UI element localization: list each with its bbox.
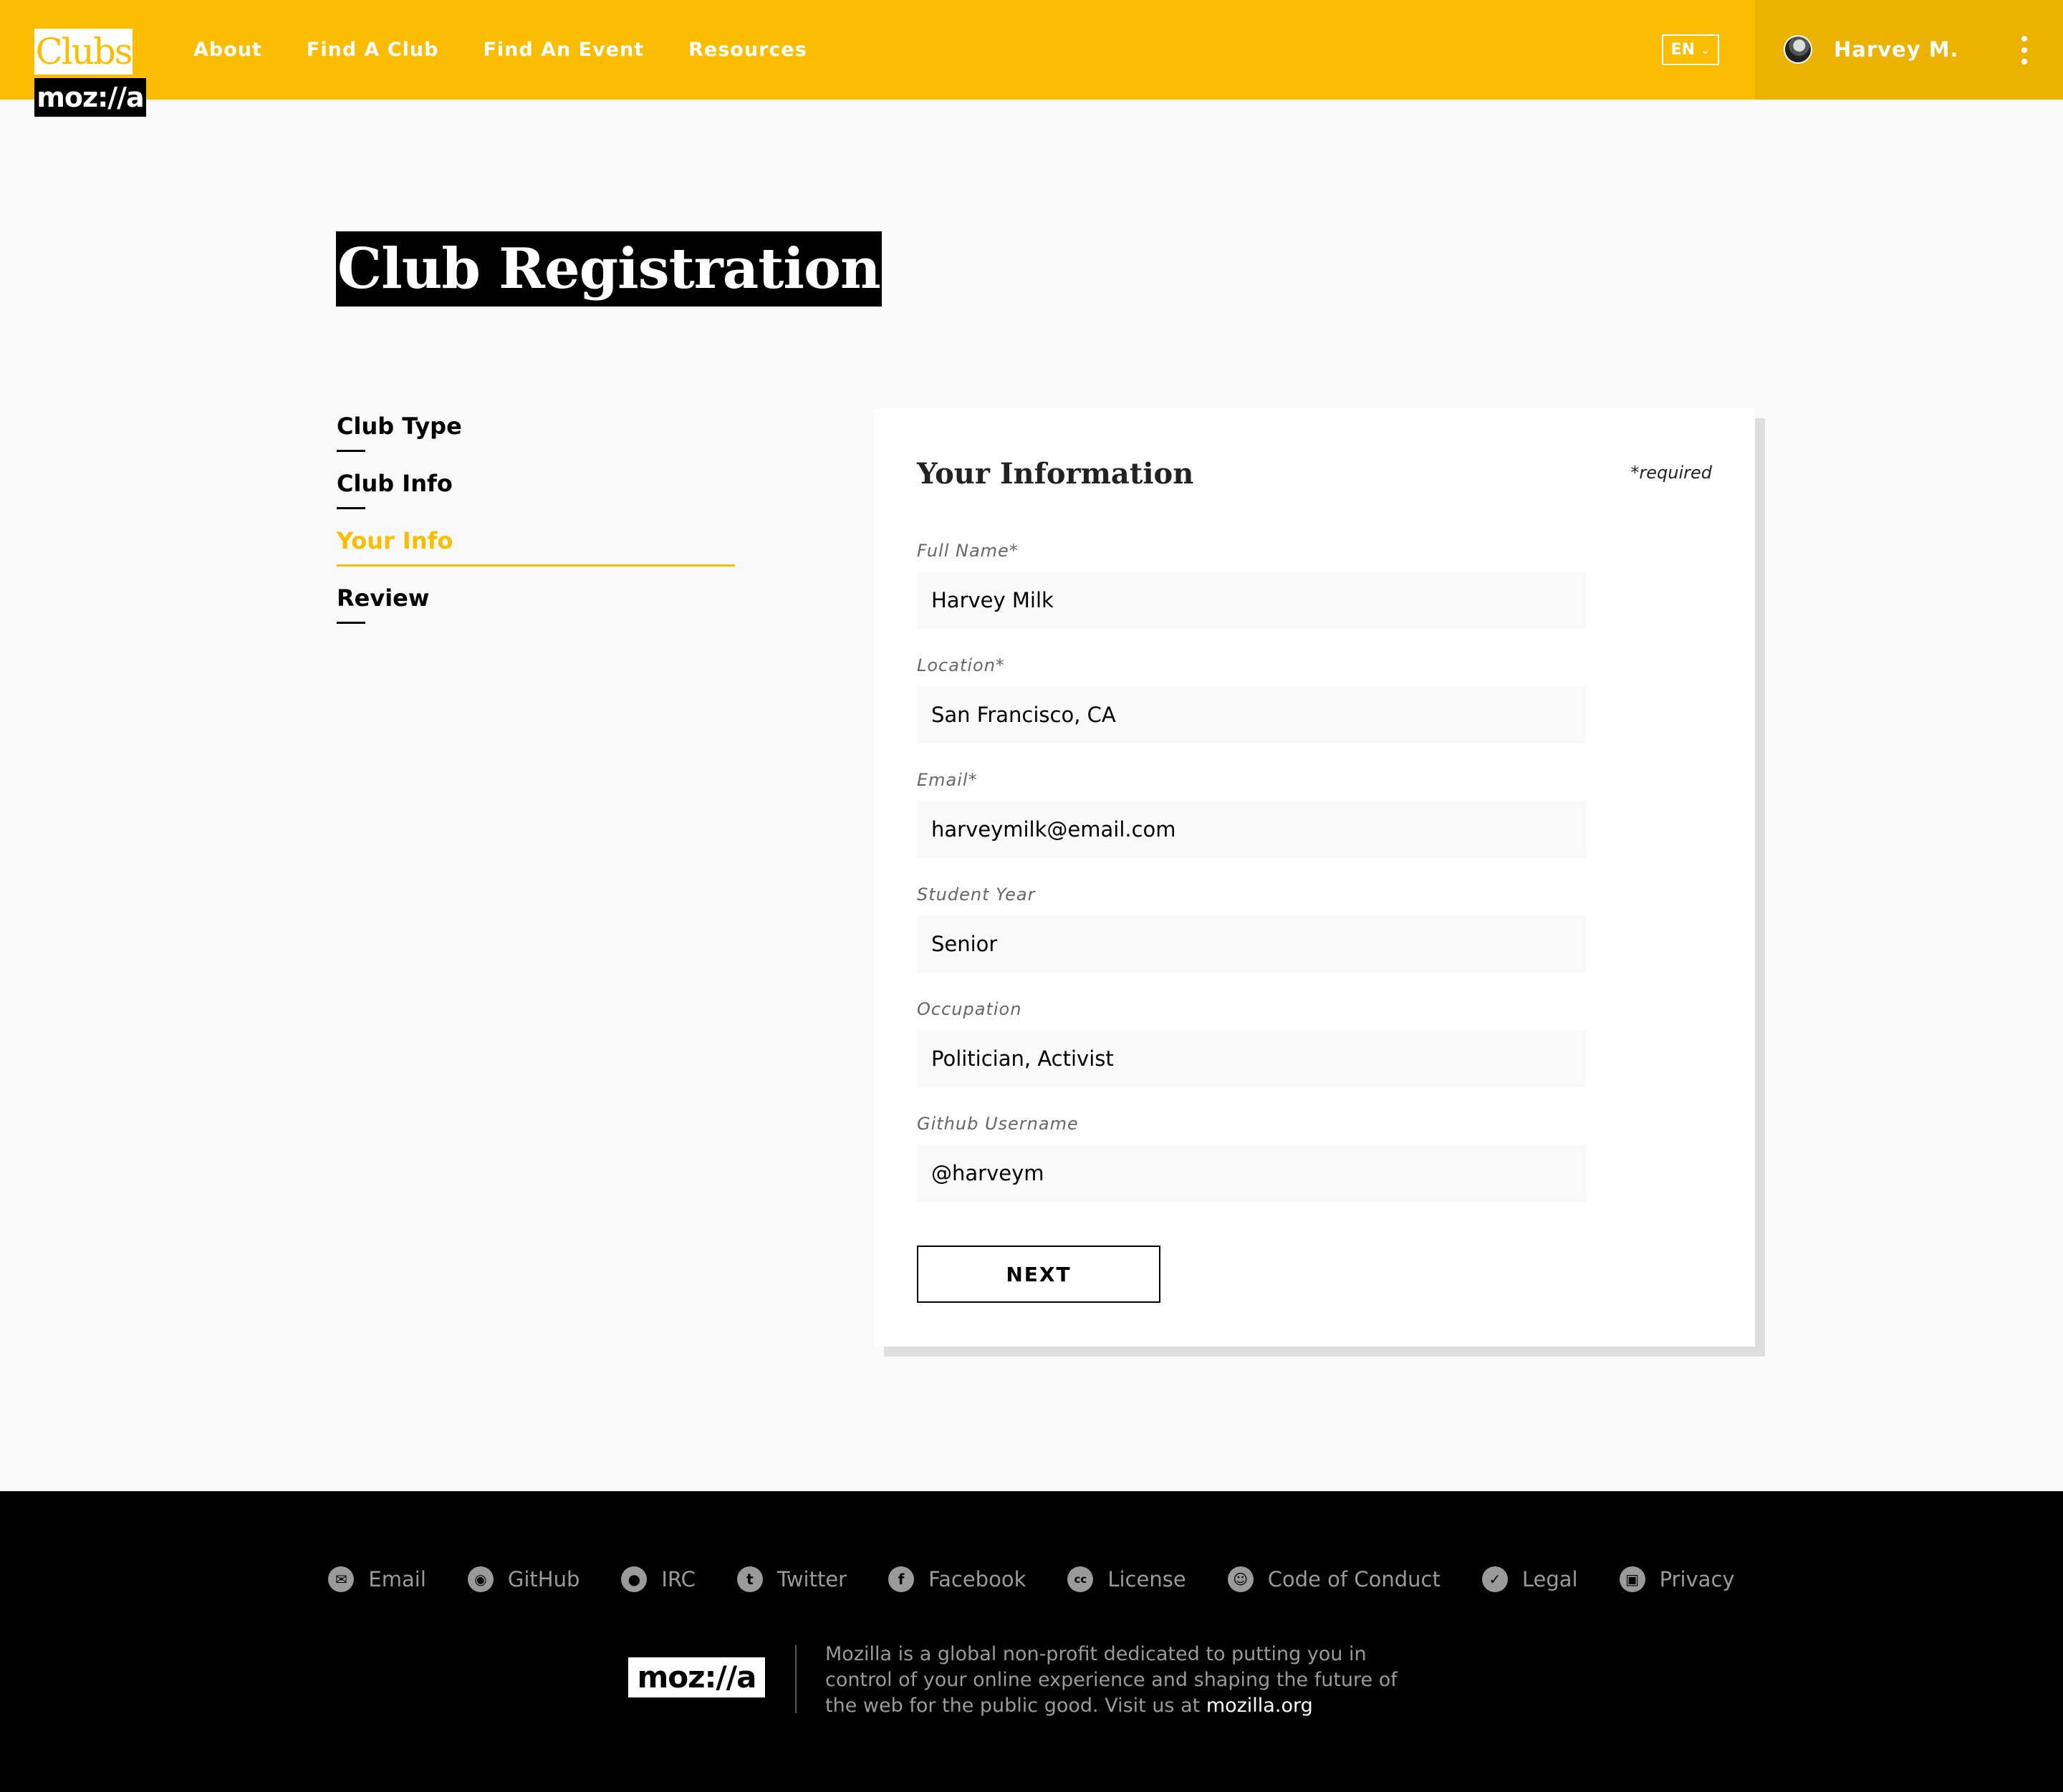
footer-link-label: Email <box>368 1567 426 1591</box>
github-username-field[interactable] <box>917 1145 1586 1202</box>
github-username-label: Github Username <box>917 1114 1079 1134</box>
full-name-group: Full Name* <box>917 539 1586 629</box>
form-title: Your Information <box>917 457 1194 491</box>
user-menu[interactable]: Harvey M. <box>1755 0 2063 100</box>
occupation-field[interactable] <box>917 1030 1586 1087</box>
email-field[interactable] <box>917 801 1586 858</box>
registration-steps: Club Type Club Info Your Info Review <box>337 408 735 637</box>
github-username-group: Github Username <box>917 1112 1586 1202</box>
footer-link-label: Code of Conduct <box>1267 1567 1441 1591</box>
nav-find-an-event[interactable]: Find An Event <box>483 39 644 61</box>
step-label: Club Type <box>337 413 462 440</box>
email-label: Email* <box>917 770 978 790</box>
location-field[interactable] <box>917 686 1586 743</box>
footer-link-label: Twitter <box>776 1567 847 1591</box>
language-value: EN <box>1670 41 1696 59</box>
logo-mozilla-text: moz://a <box>34 78 146 117</box>
facebook-icon: f <box>888 1566 915 1592</box>
footer-about: Mozilla is a global non-profit dedicated… <box>825 1642 1434 1719</box>
footer-link-privacy[interactable]: ▣ Privacy <box>1619 1566 1735 1592</box>
page-title: Club Registration <box>336 231 882 307</box>
top-navbar: Clubs moz://a About Find A Club Find An … <box>0 0 2063 117</box>
full-name-field[interactable] <box>917 572 1586 629</box>
footer-mozilla-logo[interactable]: moz://a <box>628 1657 765 1697</box>
step-underline <box>337 450 365 452</box>
language-selector[interactable]: EN ⌄ <box>1662 34 1719 65</box>
location-label: Location* <box>917 655 1005 675</box>
footer-link-license[interactable]: cc License <box>1067 1566 1186 1592</box>
footer-divider <box>795 1645 797 1713</box>
step-underline <box>337 564 735 567</box>
checkmark-icon: ✓ <box>1481 1566 1508 1592</box>
main-nav: About Find A Club Find An Event Resource… <box>193 0 807 100</box>
footer-link-github[interactable]: ◉ GitHub <box>467 1566 580 1592</box>
footer-link-label: Facebook <box>928 1567 1026 1591</box>
user-name[interactable]: Harvey M. <box>1834 0 1959 100</box>
step-club-info[interactable]: Club Info <box>337 466 735 523</box>
footer-link-irc[interactable]: ● IRC <box>621 1566 696 1592</box>
occupation-label: Occupation <box>917 999 1022 1019</box>
footer-link-label: License <box>1107 1567 1186 1591</box>
footer: ✉ Email ◉ GitHub ● IRC t Twitter f Faceb… <box>0 1491 2063 1792</box>
footer-link-twitter[interactable]: t Twitter <box>736 1566 847 1592</box>
logo-clubs-text: Clubs <box>34 29 133 74</box>
step-underline <box>337 622 365 624</box>
mozilla-org-link[interactable]: mozilla.org <box>1206 1695 1313 1717</box>
footer-link-code-of-conduct[interactable]: ☺ Code of Conduct <box>1227 1566 1441 1592</box>
footer-link-label: IRC <box>661 1567 696 1591</box>
step-label: Club Info <box>337 470 453 497</box>
footer-links: ✉ Email ◉ GitHub ● IRC t Twitter f Faceb… <box>0 1559 2063 1599</box>
required-note: *required <box>1630 463 1712 483</box>
creative-commons-icon: cc <box>1067 1566 1094 1592</box>
footer-link-label: GitHub <box>507 1567 580 1591</box>
location-group: Location* <box>917 653 1586 743</box>
step-label: Review <box>337 584 430 612</box>
student-year-field[interactable] <box>917 915 1586 973</box>
nav-about[interactable]: About <box>193 39 262 61</box>
nav-find-a-club[interactable]: Find A Club <box>307 39 439 61</box>
more-options-icon[interactable] <box>2020 36 2029 64</box>
your-info-form: Your Information *required Full Name* Lo… <box>874 408 1755 1347</box>
avatar[interactable] <box>1784 35 1812 64</box>
smiley-icon: ☺ <box>1227 1566 1254 1592</box>
nav-resources[interactable]: Resources <box>688 39 807 61</box>
twitter-icon: t <box>736 1566 763 1592</box>
footer-link-label: Legal <box>1521 1567 1578 1591</box>
step-your-info[interactable]: Your Info <box>337 523 735 580</box>
full-name-label: Full Name* <box>917 541 1019 561</box>
next-button[interactable]: NEXT <box>917 1246 1160 1303</box>
step-underline <box>337 507 365 509</box>
email-group: Email* <box>917 768 1586 858</box>
email-icon: ✉ <box>328 1566 355 1592</box>
student-year-group: Student Year <box>917 882 1586 973</box>
step-club-type[interactable]: Club Type <box>337 408 735 466</box>
github-icon: ◉ <box>467 1566 494 1592</box>
step-review[interactable]: Review <box>337 580 735 637</box>
occupation-group: Occupation <box>917 997 1586 1087</box>
chevron-down-icon: ⌄ <box>1701 43 1711 57</box>
student-year-label: Student Year <box>917 885 1036 905</box>
mozilla-clubs-logo[interactable]: Clubs moz://a <box>34 29 146 117</box>
chat-icon: ● <box>621 1566 648 1592</box>
footer-link-label: Privacy <box>1659 1567 1735 1591</box>
lock-icon: ▣ <box>1619 1566 1645 1592</box>
footer-link-facebook[interactable]: f Facebook <box>888 1566 1026 1592</box>
step-label: Your Info <box>337 527 453 554</box>
footer-link-email[interactable]: ✉ Email <box>328 1566 426 1592</box>
footer-link-legal[interactable]: ✓ Legal <box>1481 1566 1578 1592</box>
